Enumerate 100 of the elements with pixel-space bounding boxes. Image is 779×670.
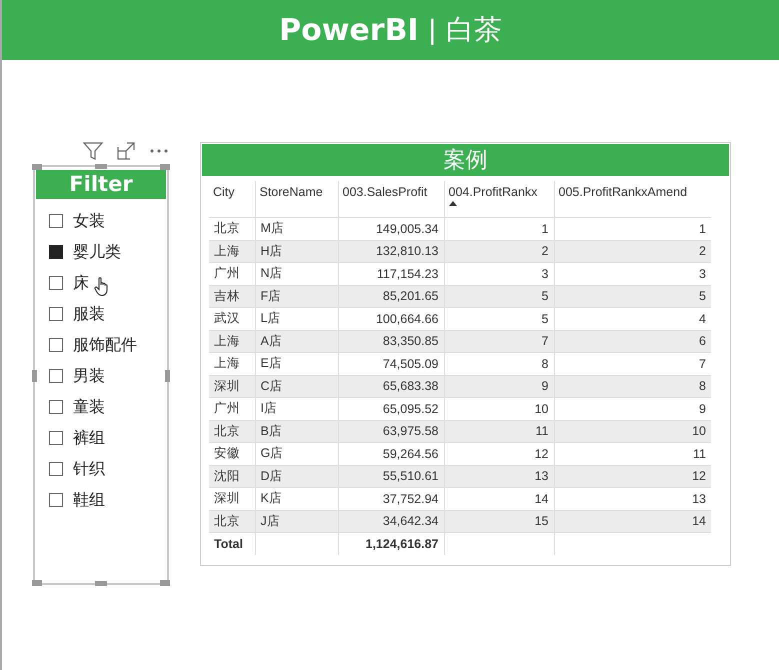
table-cell: 85,201.65 (338, 285, 444, 308)
filter-icon[interactable] (83, 142, 103, 160)
resize-handle[interactable] (32, 164, 42, 170)
table-cell: 8 (554, 375, 711, 398)
table-cell: 北京 (209, 510, 255, 532)
table-cell: 2 (444, 240, 554, 262)
checkbox[interactable] (49, 493, 63, 507)
table-cell: 63,975.58 (338, 420, 444, 442)
header-separator: | (428, 14, 436, 46)
resize-handle[interactable] (32, 580, 42, 586)
slicer-item[interactable]: 童装 (73, 396, 105, 418)
table-cell: 14 (554, 510, 711, 532)
table-cell: 北京 (209, 420, 255, 442)
table-cell: 6 (554, 330, 711, 352)
table-cell: G店 (255, 442, 338, 465)
resize-handle[interactable] (95, 164, 107, 169)
table-cell: 9 (444, 375, 554, 398)
table-cell: 1 (444, 218, 554, 240)
column-header[interactable]: 005.ProfitRankxAmend (554, 181, 711, 218)
table-cell: F店 (255, 285, 338, 308)
table-cell: 149,005.34 (338, 218, 444, 240)
table-cell: 5 (444, 285, 554, 308)
total-cell: 1,124,616.87 (338, 532, 444, 555)
checkbox[interactable] (49, 338, 63, 352)
table-title: 案例 (202, 144, 729, 176)
table-cell: 65,683.38 (338, 375, 444, 398)
column-header[interactable]: 004.ProfitRankx (444, 181, 554, 218)
slicer-item[interactable]: 服饰配件 (73, 334, 137, 356)
table-cell: 12 (444, 442, 554, 465)
checkbox[interactable] (49, 369, 63, 383)
table-cell: 12 (554, 465, 711, 488)
table-cell: 上海 (209, 352, 255, 375)
slicer-item[interactable]: 裤组 (73, 428, 105, 448)
slicer-item[interactable]: 床 (73, 272, 89, 294)
total-label: Total (209, 532, 255, 555)
table-cell: 7 (444, 330, 554, 352)
table-cell: 34,642.34 (338, 510, 444, 532)
table-cell: C店 (255, 375, 338, 398)
table-cell: 深圳 (209, 375, 255, 398)
table-cell: 55,510.61 (338, 465, 444, 488)
table-cell: 11 (444, 420, 554, 442)
checkbox[interactable] (49, 462, 63, 476)
table-cell: 5 (444, 308, 554, 330)
resize-handle[interactable] (165, 370, 170, 382)
table-cell: 11 (554, 442, 711, 465)
table-cell: 5 (554, 285, 711, 308)
resize-handle[interactable] (160, 164, 170, 170)
slicer-item[interactable]: 女装 (73, 210, 105, 232)
slicer-title: Filter (36, 170, 166, 199)
table-cell: 4 (554, 308, 711, 330)
table-cell: 1 (554, 218, 711, 240)
header-title: PowerBI (279, 12, 419, 48)
table-cell: 8 (444, 352, 554, 375)
table-cell: D店 (255, 465, 338, 488)
table-cell: 10 (444, 398, 554, 420)
checkbox[interactable] (49, 431, 63, 445)
table-cell: B店 (255, 420, 338, 442)
column-header[interactable]: 003.SalesProfit (338, 181, 444, 218)
table-cell: 65,095.52 (338, 398, 444, 420)
table-cell: N店 (255, 262, 338, 285)
resize-handle[interactable] (95, 581, 107, 586)
hand-cursor-icon (94, 277, 110, 297)
table-cell: 武汉 (209, 308, 255, 330)
table-cell: 15 (444, 510, 554, 532)
table-cell: M店 (255, 218, 338, 240)
table-cell: A店 (255, 330, 338, 352)
slicer-item[interactable]: 鞋组 (73, 490, 105, 510)
table-cell: 3 (444, 262, 554, 285)
header-subtitle: 白茶 (446, 13, 502, 47)
checkbox[interactable] (49, 276, 63, 290)
table-cell: 沈阳 (209, 465, 255, 488)
table-cell: 7 (554, 352, 711, 375)
column-header[interactable]: StoreName (255, 181, 338, 218)
table-cell: 3 (554, 262, 711, 285)
slicer-item[interactable]: 男装 (73, 366, 105, 386)
resize-handle[interactable] (32, 370, 37, 382)
table-cell: 北京 (209, 218, 255, 240)
table-cell: 上海 (209, 330, 255, 352)
more-options-icon[interactable] (149, 148, 169, 154)
column-header[interactable]: City (209, 181, 255, 218)
sort-ascending-icon (448, 201, 456, 206)
checkbox[interactable] (49, 400, 63, 414)
resize-handle[interactable] (160, 580, 170, 586)
table-cell: 14 (444, 488, 554, 510)
checkbox[interactable] (49, 245, 63, 259)
slicer-item[interactable]: 婴儿类 (73, 242, 121, 262)
checkbox[interactable] (49, 307, 63, 321)
table-cell: 深圳 (209, 488, 255, 510)
table-cell: 吉林 (209, 285, 255, 308)
focus-mode-icon[interactable] (117, 142, 135, 160)
table-cell: 13 (444, 465, 554, 488)
table-cell: 100,664.66 (338, 308, 444, 330)
checkbox[interactable] (49, 214, 63, 228)
table-cell: 74,505.09 (338, 352, 444, 375)
table-cell: 117,154.23 (338, 262, 444, 285)
table-cell: 2 (554, 240, 711, 262)
table-cell: 83,350.85 (338, 330, 444, 352)
slicer-item[interactable]: 针织 (73, 458, 105, 480)
slicer-item[interactable]: 服装 (73, 304, 105, 324)
table-cell: E店 (255, 352, 338, 375)
